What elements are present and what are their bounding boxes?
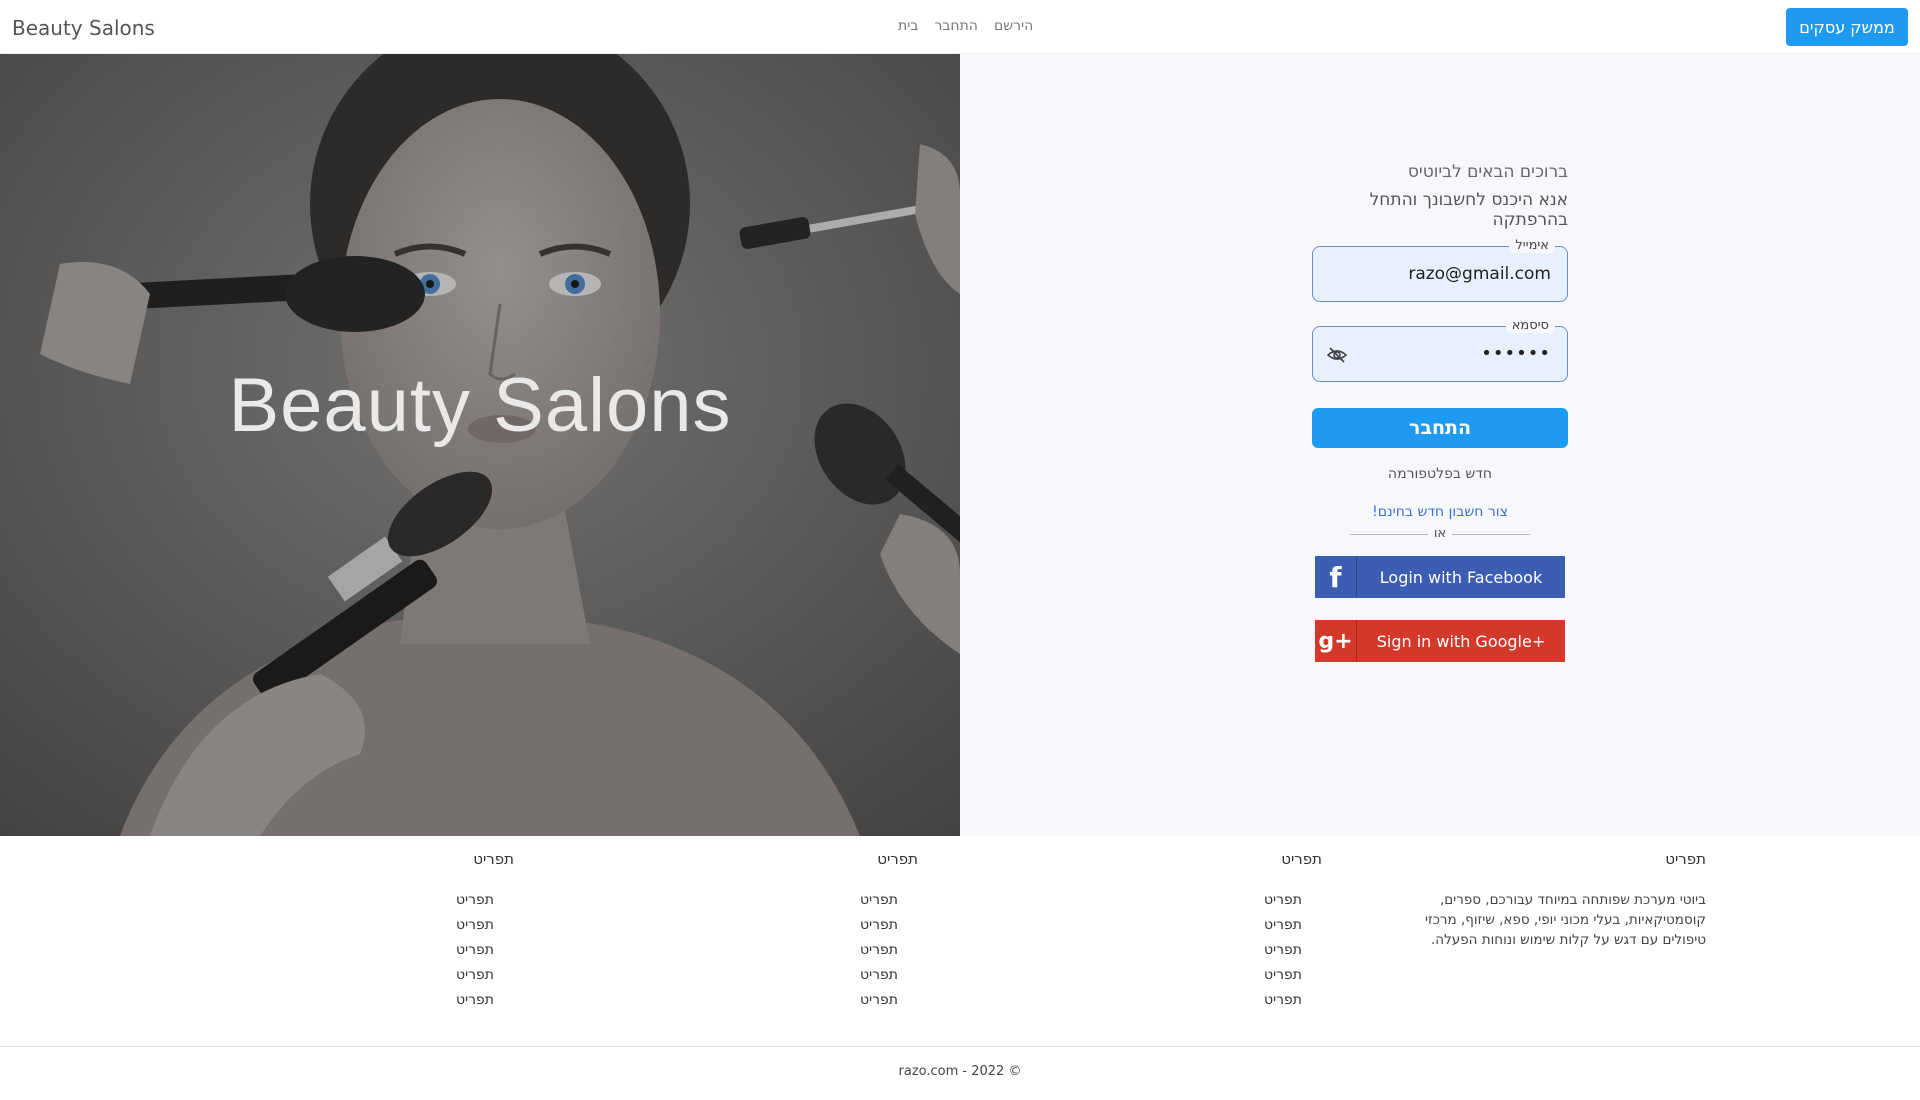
footer-col-3: תפריט תפריט תפריט תפריט תפריט תפריט xyxy=(598,850,918,1013)
footer-link[interactable]: תפריט xyxy=(1002,938,1302,963)
footer-link[interactable]: תפריט xyxy=(194,938,494,963)
email-value[interactable]: razo@gmail.com xyxy=(1408,264,1551,284)
welcome-text: ברוכים הבאים לביוטיס xyxy=(1407,162,1568,182)
google-login-label: Sign in with Google+ xyxy=(1376,631,1546,651)
new-on-platform-text: חדש בפלטפורמה xyxy=(1387,466,1493,482)
footer-link[interactable]: תפריט xyxy=(598,913,898,938)
login-form: ברוכים הבאים לביוטיס אנא היכנס לחשבונך ו… xyxy=(1312,160,1568,662)
brand-logo[interactable]: Beauty Salons xyxy=(12,16,155,40)
footer: תפריט ביוטי מערכת שפותחה במיוחד עבורכם, … xyxy=(0,836,1920,1046)
footer-col-2: תפריט תפריט תפריט תפריט תפריט תפריט xyxy=(1002,850,1322,1013)
hero-image: Beauty Salons xyxy=(0,54,960,836)
footer-link[interactable]: תפריט xyxy=(598,988,898,1013)
password-field[interactable]: סיסמא •••••• xyxy=(1312,318,1568,382)
nav-home[interactable]: בית xyxy=(898,18,918,34)
email-label: אימייל xyxy=(1509,238,1555,253)
footer-description: ביוטי מערכת שפותחה במיוחד עבורכם, ספרים,… xyxy=(1425,892,1706,948)
eye-slash-icon[interactable] xyxy=(1327,346,1347,364)
business-interface-button[interactable]: ממשק עסקים xyxy=(1786,8,1908,46)
footer-col-4: תפריט תפריט תפריט תפריט תפריט תפריט xyxy=(194,850,514,1013)
login-prompt: אנא היכנס לחשבונך והתחל בהרפתקה xyxy=(1369,190,1568,230)
footer-link[interactable]: תפריט xyxy=(194,988,494,1013)
google-plus-icon: g+ xyxy=(1315,620,1357,662)
footer-link[interactable]: תפריט xyxy=(1002,888,1302,913)
navbar: Beauty Salons בית התחבר הירשם ממשק עסקים xyxy=(0,0,1920,54)
footer-col-title: תפריט xyxy=(1665,850,1706,868)
footer-divider xyxy=(0,1046,1920,1047)
footer-link[interactable]: תפריט xyxy=(1002,963,1302,988)
footer-link[interactable]: תפריט xyxy=(194,913,494,938)
footer-link[interactable]: תפריט xyxy=(1002,913,1302,938)
footer-link[interactable]: תפריט xyxy=(598,963,898,988)
facebook-login-button[interactable]: f Login with Facebook xyxy=(1315,556,1565,598)
footer-link[interactable]: תפריט xyxy=(194,963,494,988)
password-label: סיסמא xyxy=(1505,318,1555,333)
copyright-text: razo.com - 2022 © xyxy=(898,1064,1022,1079)
footer-col-title: תפריט xyxy=(877,850,918,868)
footer-link[interactable]: תפריט xyxy=(598,888,898,913)
footer-col-title: תפריט xyxy=(1281,850,1322,868)
footer-link[interactable]: תפריט xyxy=(598,938,898,963)
hero-title: Beauty Salons xyxy=(228,363,732,448)
footer-link[interactable]: תפריט xyxy=(1002,988,1302,1013)
login-button[interactable]: התחבר xyxy=(1312,408,1568,448)
google-login-button[interactable]: g+ Sign in with Google+ xyxy=(1315,620,1565,662)
or-divider: או xyxy=(1312,524,1568,544)
facebook-login-label: Login with Facebook xyxy=(1379,567,1543,587)
nav-login[interactable]: התחבר xyxy=(934,18,978,34)
footer-link[interactable]: תפריט xyxy=(194,888,494,913)
footer-col-about: תפריט ביוטי מערכת שפותחה במיוחד עבורכם, … xyxy=(1406,850,1706,950)
nav-register[interactable]: הירשם xyxy=(994,18,1033,34)
password-value[interactable]: •••••• xyxy=(1481,343,1551,364)
or-line-right xyxy=(1452,534,1530,535)
nav-links: בית התחבר הירשם xyxy=(898,18,1033,34)
footer-col-title: תפריט xyxy=(473,850,514,868)
create-account-link[interactable]: צור חשבון חדש בחינם! xyxy=(1312,504,1568,520)
facebook-icon: f xyxy=(1315,556,1357,598)
email-field[interactable]: אימייל razo@gmail.com xyxy=(1312,238,1568,302)
